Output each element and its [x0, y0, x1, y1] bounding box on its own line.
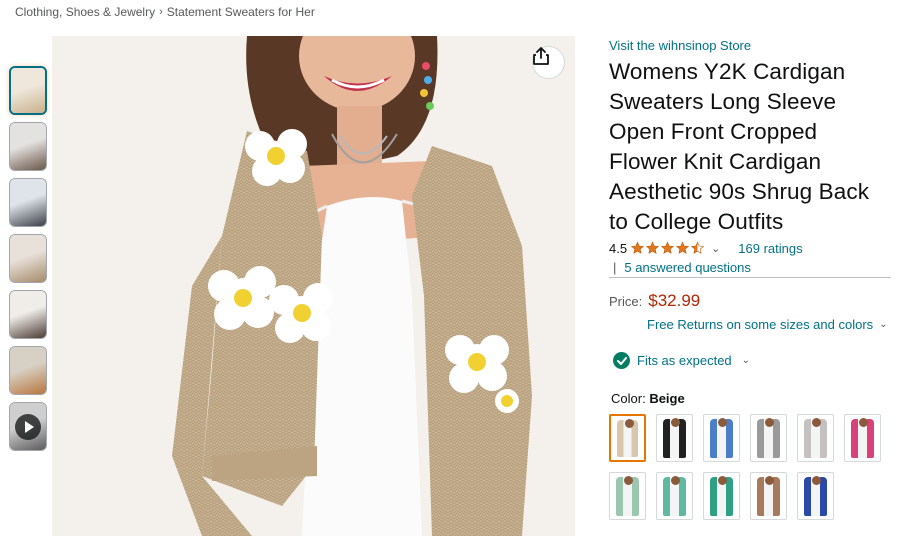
thumbnail-list	[9, 66, 47, 458]
breadcrumb-statement-sweaters[interactable]: Statement Sweaters for Her	[167, 5, 315, 19]
color-label: Color:	[611, 391, 646, 406]
thumbnail-picture	[10, 235, 46, 282]
thumbnail-picture	[10, 123, 46, 170]
ratings-count-link[interactable]: 169 ratings	[738, 241, 802, 256]
free-returns-text: Free Returns on some sizes and colors	[647, 317, 874, 332]
star-icon	[691, 241, 705, 254]
main-product-image[interactable]	[52, 36, 575, 536]
color-swatch-grey[interactable]	[750, 414, 787, 462]
share-icon	[533, 47, 549, 65]
qa-row: | 5 answered questions	[609, 260, 891, 278]
swatch-model-head	[671, 418, 680, 427]
qa-separator: |	[613, 260, 617, 275]
thumbnail-image[interactable]	[9, 66, 47, 115]
swatch-model-head	[812, 418, 821, 427]
play-icon	[15, 413, 41, 440]
price-value: $32.99	[648, 291, 701, 310]
thumbnail-picture	[11, 68, 45, 113]
price-label: Price:	[609, 294, 643, 309]
rating-row: 4.5 ⌄ 169 ratings	[609, 239, 891, 257]
chevron-down-icon: ⌄	[741, 355, 751, 366]
swatch-model-head	[765, 418, 774, 427]
thumbnail-image[interactable]	[9, 290, 47, 339]
star-icon	[646, 241, 660, 254]
swatch-model-head	[718, 418, 727, 427]
color-swatch-beige[interactable]	[609, 414, 646, 462]
color-selection: Color: Beige	[611, 391, 891, 406]
store-link[interactable]: Visit the wihnsinop Store	[609, 38, 891, 53]
price-row: Price: $32.99	[609, 291, 891, 311]
star-rating[interactable]	[630, 241, 705, 255]
breadcrumb-clothing[interactable]: Clothing, Shoes & Jewelry	[15, 5, 155, 19]
thumbnail-picture	[10, 179, 46, 226]
product-info: Visit the wihnsinop Store Womens Y2K Car…	[609, 38, 891, 520]
color-swatch-light-green[interactable]	[609, 472, 646, 520]
star-icon	[631, 241, 645, 254]
color-swatch-black[interactable]	[656, 414, 693, 462]
color-swatch-royal-blue[interactable]	[797, 472, 834, 520]
color-value: Beige	[649, 391, 685, 406]
swatch-model-head	[859, 418, 868, 427]
free-returns-link[interactable]: Free Returns on some sizes and colors ⌄	[647, 317, 891, 332]
color-swatch-brown[interactable]	[750, 472, 787, 520]
star-icon	[661, 241, 675, 254]
swatch-model-head	[625, 419, 634, 428]
thumbnail-image[interactable]	[9, 346, 47, 395]
swatch-model-head	[765, 476, 774, 485]
product-photo	[52, 36, 575, 536]
color-swatch-pink[interactable]	[844, 414, 881, 462]
swatch-model-head	[812, 476, 821, 485]
color-swatch-teal[interactable]	[703, 472, 740, 520]
swatch-model-head	[671, 476, 680, 485]
fit-indicator[interactable]: Fits as expected ⌄	[613, 352, 891, 369]
check-circle-icon	[613, 352, 630, 369]
answered-questions-link[interactable]: 5 answered questions	[624, 260, 750, 275]
swatch-model-head	[624, 476, 633, 485]
swatch-model-head	[718, 476, 727, 485]
chevron-down-icon: ⌄	[879, 319, 888, 330]
thumbnail-picture	[10, 347, 46, 394]
color-swatches	[609, 414, 891, 520]
thumbnail-image[interactable]	[9, 122, 47, 171]
chevron-down-icon[interactable]: ⌄	[711, 242, 720, 255]
breadcrumb-separator: ›	[159, 6, 163, 18]
rating-value: 4.5	[609, 240, 628, 256]
thumbnail-image[interactable]	[9, 178, 47, 227]
thumbnail-picture	[10, 291, 46, 338]
color-swatch-blue[interactable]	[703, 414, 740, 462]
color-swatch-mint[interactable]	[656, 472, 693, 520]
thumbnail-video[interactable]	[9, 402, 47, 451]
fit-text: Fits as expected	[637, 353, 732, 368]
product-title: Womens Y2K Cardigan Sweaters Long Sleeve…	[609, 59, 870, 234]
share-button[interactable]	[532, 46, 565, 79]
thumbnail-image[interactable]	[9, 234, 47, 283]
star-icon	[676, 241, 690, 254]
color-swatch-light-grey[interactable]	[797, 414, 834, 462]
breadcrumb: Clothing, Shoes & Jewelry › Statement Sw…	[15, 5, 315, 19]
